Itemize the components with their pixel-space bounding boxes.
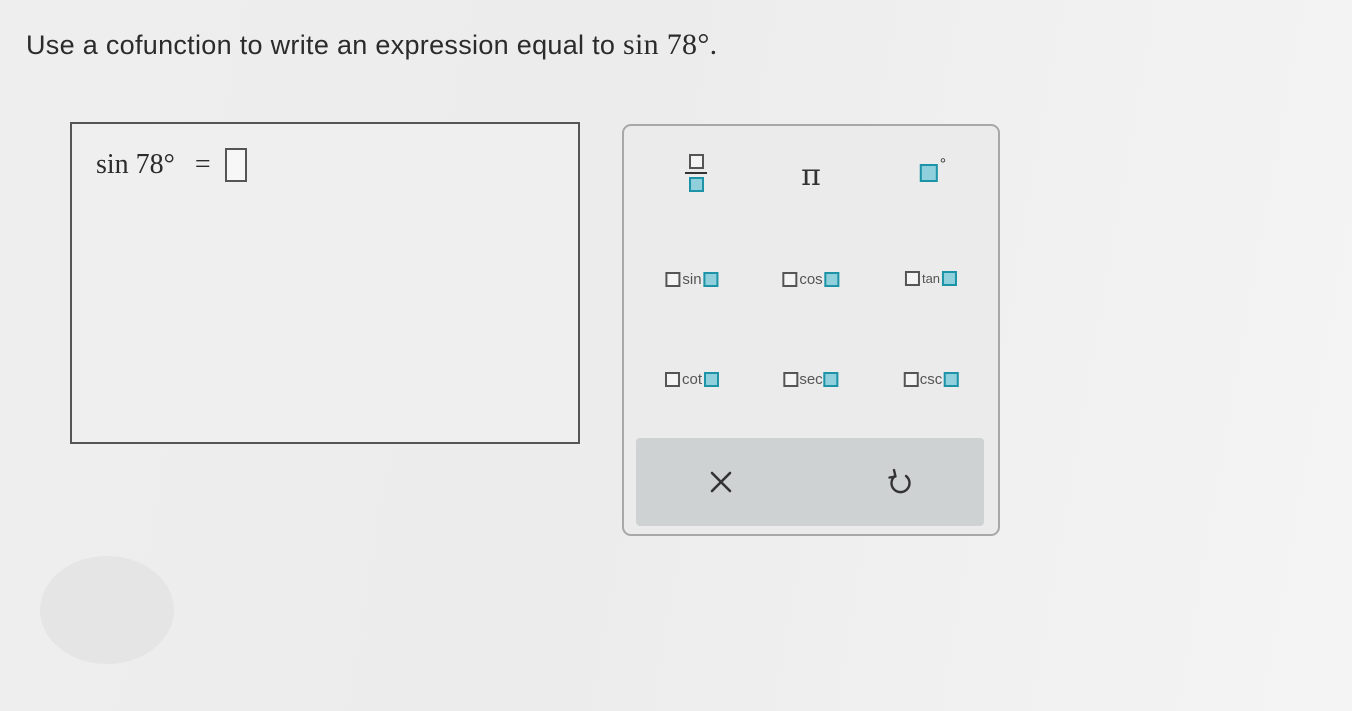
degree-placeholder-icon bbox=[919, 164, 938, 182]
degree-symbol: ° bbox=[939, 156, 947, 173]
coefficient-placeholder-icon bbox=[904, 271, 920, 286]
argument-placeholder-icon bbox=[823, 372, 839, 387]
equals-sign: = bbox=[194, 149, 211, 180]
clear-button[interactable] bbox=[691, 438, 751, 526]
sec-button[interactable]: sec bbox=[783, 371, 839, 388]
argument-placeholder-icon bbox=[943, 372, 959, 387]
cot-label: cot bbox=[681, 371, 703, 388]
question-text: Use a cofunction to write an expression … bbox=[26, 30, 624, 60]
argument-placeholder-icon bbox=[703, 272, 719, 287]
sec-label: sec bbox=[799, 371, 823, 388]
palette-action-bar bbox=[636, 438, 984, 526]
tan-button[interactable]: tan bbox=[904, 271, 958, 286]
csc-button[interactable]: csc bbox=[903, 371, 959, 388]
undo-icon bbox=[888, 468, 911, 494]
fraction-bar-icon bbox=[685, 172, 707, 174]
coefficient-placeholder-icon bbox=[664, 372, 680, 387]
undo-button[interactable] bbox=[870, 438, 930, 526]
tan-label: tan bbox=[921, 271, 941, 286]
sin-button[interactable]: sin bbox=[665, 271, 719, 288]
cos-label: cos bbox=[799, 271, 823, 288]
answer-equation: sin 78° = bbox=[96, 148, 247, 182]
question-math: sin 78°. bbox=[623, 28, 718, 61]
close-icon bbox=[710, 471, 732, 493]
coefficient-placeholder-icon bbox=[782, 272, 798, 287]
shadow-blob bbox=[40, 556, 174, 664]
coefficient-placeholder-icon bbox=[903, 372, 919, 387]
argument-placeholder-icon bbox=[942, 271, 958, 286]
denominator-placeholder-icon bbox=[688, 177, 704, 192]
coefficient-placeholder-icon bbox=[783, 372, 799, 387]
cos-button[interactable]: cos bbox=[782, 271, 840, 288]
pi-symbol: π bbox=[801, 158, 821, 193]
cot-button[interactable]: cot bbox=[664, 371, 720, 388]
argument-placeholder-icon bbox=[704, 372, 720, 387]
csc-label: csc bbox=[919, 371, 943, 388]
numerator-placeholder-icon bbox=[688, 154, 704, 169]
sin-label: sin bbox=[682, 271, 702, 288]
argument-placeholder-icon bbox=[824, 272, 840, 287]
fraction-button[interactable] bbox=[685, 154, 707, 192]
answer-box: sin 78° = bbox=[70, 122, 580, 444]
math-palette: π ° sin cos tan cot sec csc bbox=[622, 124, 1000, 536]
question-prompt: Use a cofunction to write an expression … bbox=[26, 28, 717, 62]
degree-button[interactable]: ° bbox=[919, 156, 947, 182]
pi-button[interactable]: π bbox=[801, 158, 821, 193]
coefficient-placeholder-icon bbox=[665, 272, 681, 287]
answer-lhs: sin 78° bbox=[96, 149, 175, 180]
answer-input-slot[interactable] bbox=[224, 148, 247, 182]
